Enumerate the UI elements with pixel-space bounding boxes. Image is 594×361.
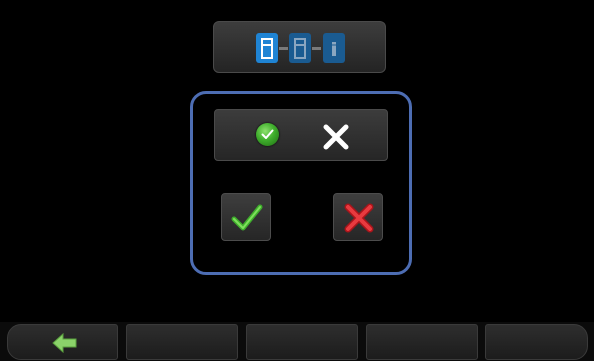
mode-connector [312, 47, 321, 50]
softkey-bar [0, 322, 594, 361]
mode-3-door-side-icon[interactable] [323, 33, 345, 63]
reject-button[interactable] [333, 193, 383, 241]
red-x-icon [344, 203, 374, 233]
back-arrow-icon [52, 333, 77, 353]
green-check-dot-icon [256, 123, 279, 146]
white-x-icon [322, 123, 350, 151]
mode-2-door-frame-icon[interactable] [289, 33, 311, 63]
accept-button[interactable] [221, 193, 271, 241]
softkey-2[interactable] [126, 324, 238, 360]
mode-selector [213, 21, 386, 73]
mode-connector [279, 47, 288, 50]
softkey-5[interactable] [485, 324, 588, 360]
screen [0, 0, 594, 361]
green-checkmark-icon [231, 204, 263, 231]
softkey-4[interactable] [366, 324, 478, 360]
softkey-3[interactable] [246, 324, 358, 360]
status-indicator [214, 109, 388, 161]
back-button[interactable] [7, 324, 118, 360]
mode-1-door-frame-icon[interactable] [256, 33, 278, 63]
